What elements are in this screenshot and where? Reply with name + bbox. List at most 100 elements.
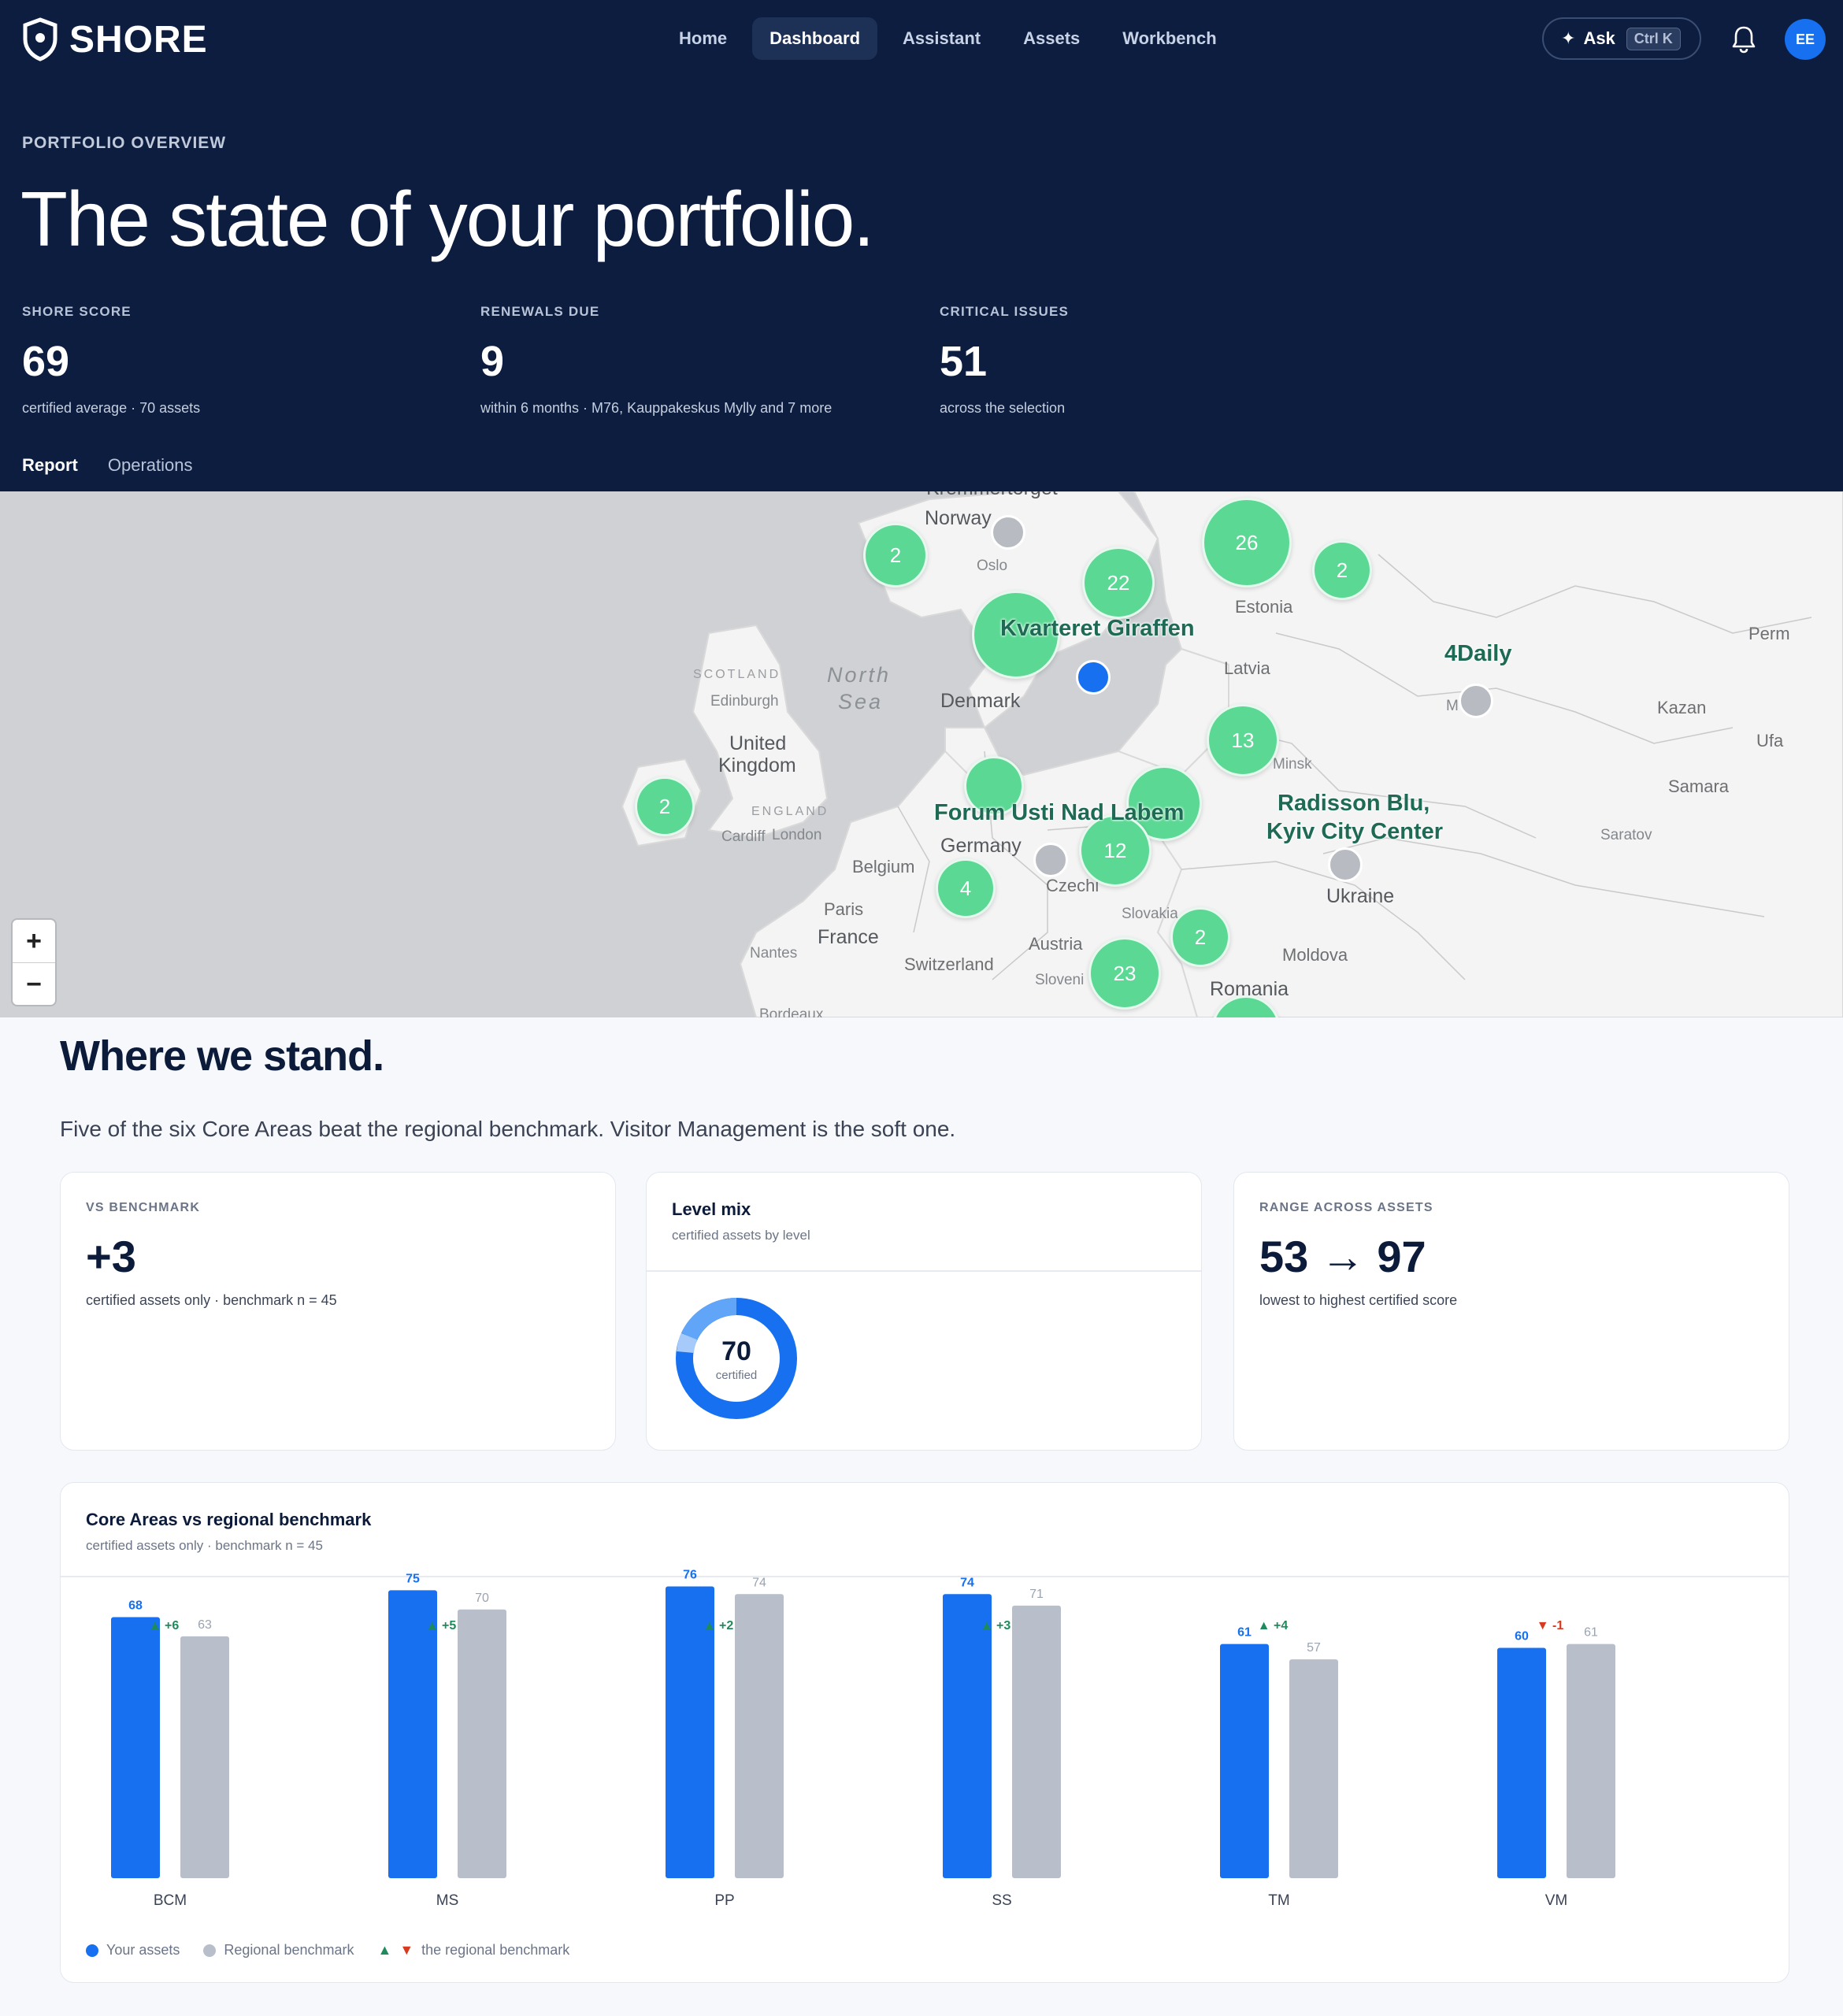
- category-label: VM: [1545, 1892, 1568, 1909]
- up-triangle-icon: ▲: [377, 1942, 392, 1958]
- asset-label-kvarteret[interactable]: Kvarteret Giraffen: [1000, 616, 1195, 642]
- map-cluster[interactable]: 23: [1088, 937, 1161, 1010]
- asset-label-forum[interactable]: Forum Usti Nad Labem: [934, 800, 1184, 826]
- map-label-czech: Czechi: [1046, 876, 1099, 895]
- map-label-ukraine: Ukraine: [1326, 885, 1395, 907]
- delta-label: ▲ +6: [149, 1619, 180, 1632]
- tab-report[interactable]: Report: [22, 455, 78, 476]
- nav-home[interactable]: Home: [662, 17, 744, 60]
- shield-logo-icon: [23, 17, 57, 61]
- bar-value-label: 63: [198, 1618, 212, 1632]
- shore-logo[interactable]: SHORE: [22, 17, 208, 61]
- category-label: SS: [992, 1892, 1011, 1909]
- app-name: SHORE: [69, 18, 208, 61]
- bar-regional-benchmark[interactable]: [1289, 1659, 1338, 1878]
- legend-regional-benchmark[interactable]: Regional benchmark: [203, 1942, 354, 1959]
- map-label-samara: Samara: [1668, 776, 1730, 796]
- benchmark-card: VS BENCHMARK +3 certified assets only · …: [60, 1172, 616, 1451]
- portfolio-map[interactable]: Norway Oslo Estonia Latvia North Sea SCO…: [0, 491, 1843, 1017]
- nav-dashboard[interactable]: Dashboard: [752, 17, 878, 60]
- map-cluster[interactable]: 22: [1082, 547, 1155, 619]
- bar-regional-benchmark[interactable]: [1012, 1605, 1061, 1878]
- map-label-bordeaux: Bordeaux: [759, 1006, 824, 1017]
- bar-value-label: 70: [475, 1592, 489, 1605]
- map-label-germany: Germany: [940, 835, 1022, 857]
- nav-assets[interactable]: Assets: [1006, 17, 1097, 60]
- card-divider: [647, 1270, 1201, 1272]
- map-pin-asset[interactable]: [1328, 847, 1363, 882]
- map-label-france: France: [818, 926, 879, 948]
- map-label-edinburgh: Edinburgh: [710, 693, 779, 710]
- legend-delta: ▲ ▼ the regional benchmark: [378, 1942, 570, 1959]
- map-label-norway: Norway: [925, 507, 992, 529]
- kpi-sub: certified average · 70 assets: [22, 400, 201, 416]
- zoom-in-button[interactable]: +: [13, 920, 55, 962]
- card-eyebrow: RANGE ACROSS ASSETS: [1259, 1201, 1433, 1214]
- map-label-scotland: SCOTLAND: [693, 668, 781, 681]
- bar-your-assets[interactable]: [1220, 1644, 1269, 1878]
- bar-regional-benchmark[interactable]: [180, 1636, 229, 1878]
- kpi-renewals-due: RENEWALS DUE 9 within 6 months · M76, Ka…: [480, 304, 832, 417]
- tab-operations[interactable]: Operations: [108, 455, 193, 476]
- user-avatar[interactable]: EE: [1785, 19, 1826, 60]
- bar-your-assets[interactable]: [111, 1617, 160, 1879]
- bar-regional-benchmark[interactable]: [735, 1594, 784, 1878]
- bar-your-assets[interactable]: [943, 1594, 992, 1878]
- bar-your-assets[interactable]: [388, 1590, 437, 1878]
- kpi-label: RENEWALS DUE: [480, 304, 600, 319]
- zoom-out-button[interactable]: −: [13, 962, 55, 1005]
- map-pin-asset[interactable]: [1459, 684, 1493, 718]
- ask-button[interactable]: ✦ Ask Ctrl K: [1542, 17, 1701, 60]
- map-label-kazan: Kazan: [1657, 698, 1707, 717]
- map-label-oslo: Oslo: [977, 558, 1008, 574]
- category-label: TM: [1268, 1892, 1289, 1909]
- bar-regional-benchmark[interactable]: [458, 1609, 506, 1878]
- map-cluster[interactable]: 2: [863, 523, 928, 587]
- legend-swatch: [86, 1944, 98, 1957]
- map-label-top: Kremmertorget: [926, 491, 1058, 500]
- asset-label-radisson-line1[interactable]: Radisson Blu,: [1277, 791, 1430, 817]
- asset-label-4daily[interactable]: 4Daily: [1444, 641, 1511, 667]
- card-sub: certified assets only · benchmark n = 45: [86, 1292, 337, 1308]
- map-cluster[interactable]: 26: [1202, 498, 1292, 587]
- core-areas-chart-card: Core Areas vs regional benchmark certifi…: [60, 1482, 1789, 1983]
- kpi-label: CRITICAL ISSUES: [940, 304, 1070, 319]
- delta-label: ▲ +5: [426, 1619, 457, 1632]
- map-cluster[interactable]: 4: [936, 858, 996, 918]
- map-label-saratov: Saratov: [1600, 827, 1652, 843]
- map-cluster[interactable]: 13: [1207, 704, 1279, 776]
- map-pin-asset[interactable]: [991, 515, 1025, 550]
- chart-legend: Your assets Regional benchmark ▲ ▼ the r…: [86, 1942, 584, 1959]
- map-label-switzerland: Switzerland: [904, 954, 994, 974]
- map-label-slovakia: Slovakia: [1122, 906, 1178, 922]
- map-label-perm: Perm: [1748, 624, 1790, 643]
- nav-workbench[interactable]: Workbench: [1105, 17, 1233, 60]
- card-eyebrow: VS BENCHMARK: [86, 1201, 201, 1214]
- core-areas-bar-chart: 68 63 BCM ▲ +6 75 70 MS ▲ +5 76 74 PP ▲ +2 74 71 SS ▲ +…: [111, 1569, 1615, 1909]
- kpi-sub: across the selection: [940, 400, 1066, 416]
- map-pin-selected-asset[interactable]: [1076, 660, 1111, 695]
- nav-assistant[interactable]: Assistant: [885, 17, 998, 60]
- map-label-ufa: Ufa: [1756, 731, 1784, 750]
- map-cluster[interactable]: 2: [635, 776, 695, 836]
- map-pin-asset[interactable]: [1033, 843, 1068, 877]
- bar-regional-benchmark[interactable]: [1567, 1644, 1615, 1878]
- map-label-united: United: [729, 732, 787, 754]
- map-label-nantes: Nantes: [750, 945, 798, 962]
- bar-your-assets[interactable]: [1497, 1647, 1546, 1879]
- bar-value-label: 76: [683, 1569, 697, 1582]
- asset-label-radisson-line2[interactable]: Kyiv City Center: [1266, 819, 1443, 845]
- kpi-shore-score: SHORE SCORE 69 certified average · 70 as…: [22, 304, 200, 417]
- bell-icon[interactable]: [1730, 24, 1758, 55]
- delta-label: ▲ +3: [981, 1619, 1011, 1632]
- map-label-moldova: Moldova: [1282, 945, 1348, 965]
- map-cluster[interactable]: 2: [1170, 907, 1230, 967]
- legend-your-assets[interactable]: Your assets: [86, 1942, 180, 1959]
- map-cluster[interactable]: 2: [1312, 540, 1372, 600]
- map-label-minsk: Minsk: [1273, 756, 1312, 773]
- level-mix-card: Level mix certified assets by level 70 c…: [646, 1172, 1202, 1451]
- level-donut[interactable]: 70 certified: [675, 1297, 798, 1420]
- bar-value-label: 57: [1307, 1641, 1321, 1655]
- card-value: 53 → 97: [1259, 1232, 1426, 1281]
- map-label-paris: Paris: [824, 899, 864, 919]
